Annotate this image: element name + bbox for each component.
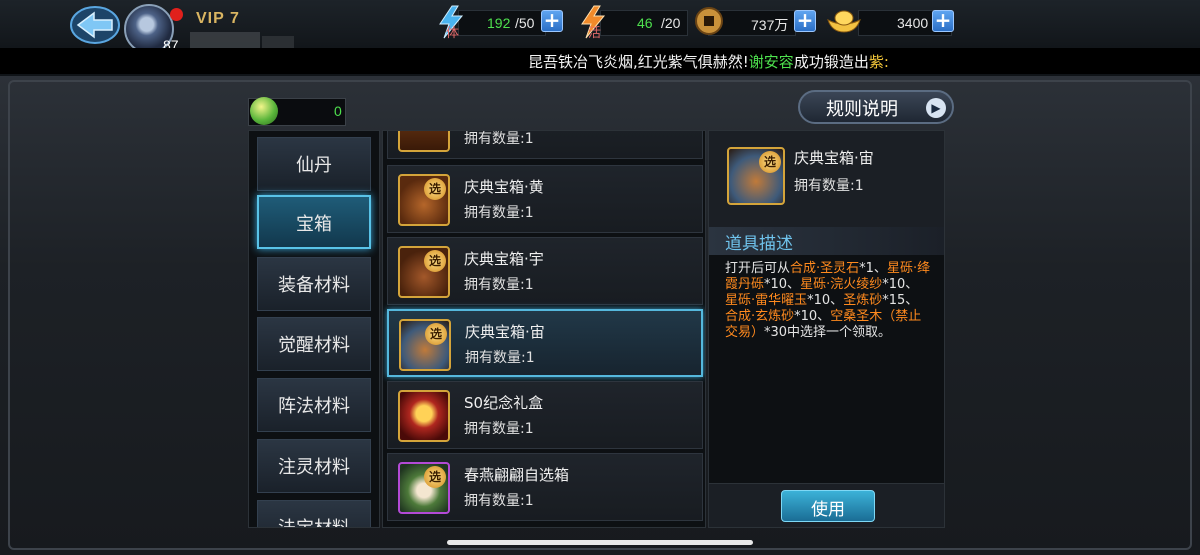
list-item[interactable]: S0纪念礼盒 拥有数量:1 <box>387 381 703 449</box>
detail-item-count: 拥有数量:1 <box>794 178 864 194</box>
description-text: 打开后可从合成·圣灵石*1、星砾·绛霞丹砾*10、星砾·浣火绫纱*10、星砾·雷… <box>725 261 931 341</box>
description-segment: *30中选择一个领取。 <box>764 325 892 340</box>
coins-value: 737万 <box>751 17 789 33</box>
use-label: 使用 <box>811 500 845 520</box>
description-segment: *10、 <box>794 309 831 324</box>
description-header: 道具描述 <box>709 227 944 255</box>
gold-ingot-icon <box>827 10 861 33</box>
announcement-ticker: 昆吾铁冶飞炎烟,红光紫气俱赫然!谢安容成功锻造出紫: <box>0 48 1200 74</box>
use-button[interactable]: 使用 <box>781 490 875 522</box>
home-indicator[interactable] <box>447 540 753 545</box>
rules-button[interactable]: 规则说明 ▶ <box>798 90 954 124</box>
stamina-label: 体 <box>446 26 460 41</box>
gold-value: 3400 <box>897 15 929 31</box>
category-tab[interactable]: 装备材料 <box>257 257 371 311</box>
treasure-chest-icon <box>398 131 450 152</box>
category-tab[interactable]: 注灵材料 <box>257 439 371 493</box>
list-item[interactable]: 选 春燕翩翩自选箱 拥有数量:1 <box>387 453 703 521</box>
description-segment: 合成·玄炼砂 <box>725 309 795 324</box>
treasure-chest-icon: 选 <box>398 174 450 226</box>
description-segment: *10、 <box>807 293 844 308</box>
notification-dot <box>170 8 183 21</box>
description-segment: *15、 <box>882 293 919 308</box>
list-item[interactable]: 选 庆典宝箱·宇 拥有数量:1 <box>387 237 703 305</box>
description-segment: 星砾·雷华曜玉 <box>725 293 808 308</box>
category-tab-active[interactable]: 宝箱 <box>257 195 371 249</box>
rules-label: 规则说明 <box>826 99 898 120</box>
description-segment: *10、 <box>882 277 919 292</box>
detail-footer: 使用 <box>709 483 944 527</box>
treasure-chest-icon: 选 <box>399 319 451 371</box>
category-tab[interactable]: 法宝材料 <box>257 500 371 527</box>
gift-box-icon <box>398 390 450 442</box>
detail-panel: 选 庆典宝箱·宙 拥有数量:1 道具描述 打开后可从合成·圣灵石*1、星砾·绛霞… <box>708 130 945 528</box>
treasure-chest-icon: 选 <box>727 147 785 205</box>
stamina-box: 192 /50 <box>458 10 546 36</box>
vitality-max: /20 <box>661 15 681 31</box>
category-tab[interactable]: 阵法材料 <box>257 378 371 432</box>
ticker-text: 昆吾铁冶飞炎烟,红光紫气俱赫然!谢安容成功锻造出紫: <box>528 53 889 71</box>
add-coins-button[interactable]: + <box>794 10 816 32</box>
category-tab[interactable]: 仙丹 <box>257 137 371 191</box>
stamina-max: /50 <box>515 15 535 31</box>
detail-header: 选 庆典宝箱·宙 拥有数量:1 <box>709 131 944 227</box>
list-item[interactable]: 拥有数量:1 <box>387 131 703 159</box>
add-stamina-button[interactable]: + <box>541 10 563 32</box>
play-arrow-icon: ▶ <box>926 98 946 118</box>
stamina-current: 192 <box>487 15 511 31</box>
description-segment: *1、 <box>859 261 887 276</box>
list-item[interactable]: 选 庆典宝箱·黄 拥有数量:1 <box>387 165 703 233</box>
description-segment: 圣炼砂 <box>843 293 883 308</box>
description-segment: *10、 <box>764 277 801 292</box>
description-title: 道具描述 <box>725 234 793 254</box>
detail-item-name: 庆典宝箱·宙 <box>794 149 874 167</box>
vitality-box: 46 /20 <box>600 10 688 36</box>
category-tab[interactable]: 觉醒材料 <box>257 317 371 371</box>
back-arrow-icon[interactable] <box>70 6 120 44</box>
top-bar: 87 VIP 7 192 /50 体 + 46 /20 活 737万 + 340… <box>0 0 1200 56</box>
add-gold-button[interactable]: + <box>932 10 954 32</box>
vitality-current: 46 <box>637 15 653 31</box>
description-segment: 星砾·浣火绫纱 <box>800 277 883 292</box>
gem-count: 0 <box>334 103 342 119</box>
vitality-label: 活 <box>588 26 602 41</box>
copper-coin-icon <box>695 7 723 35</box>
vip-badge: VIP 7 <box>196 10 240 27</box>
description-segment: 合成·圣灵石 <box>790 261 860 276</box>
item-list: 拥有数量:1 选 庆典宝箱·黄 拥有数量:1 选 庆典宝箱·宇 拥有数量:1 选… <box>382 130 706 528</box>
list-item-selected[interactable]: 选 庆典宝箱·宙 拥有数量:1 <box>387 309 703 377</box>
jade-gem-icon <box>250 97 278 125</box>
description-segment: 打开后可从 <box>725 261 791 276</box>
swallow-box-icon: 选 <box>398 462 450 514</box>
treasure-chest-icon: 选 <box>398 246 450 298</box>
category-panel: 仙丹 宝箱 装备材料 觉醒材料 阵法材料 注灵材料 法宝材料 <box>248 130 380 528</box>
